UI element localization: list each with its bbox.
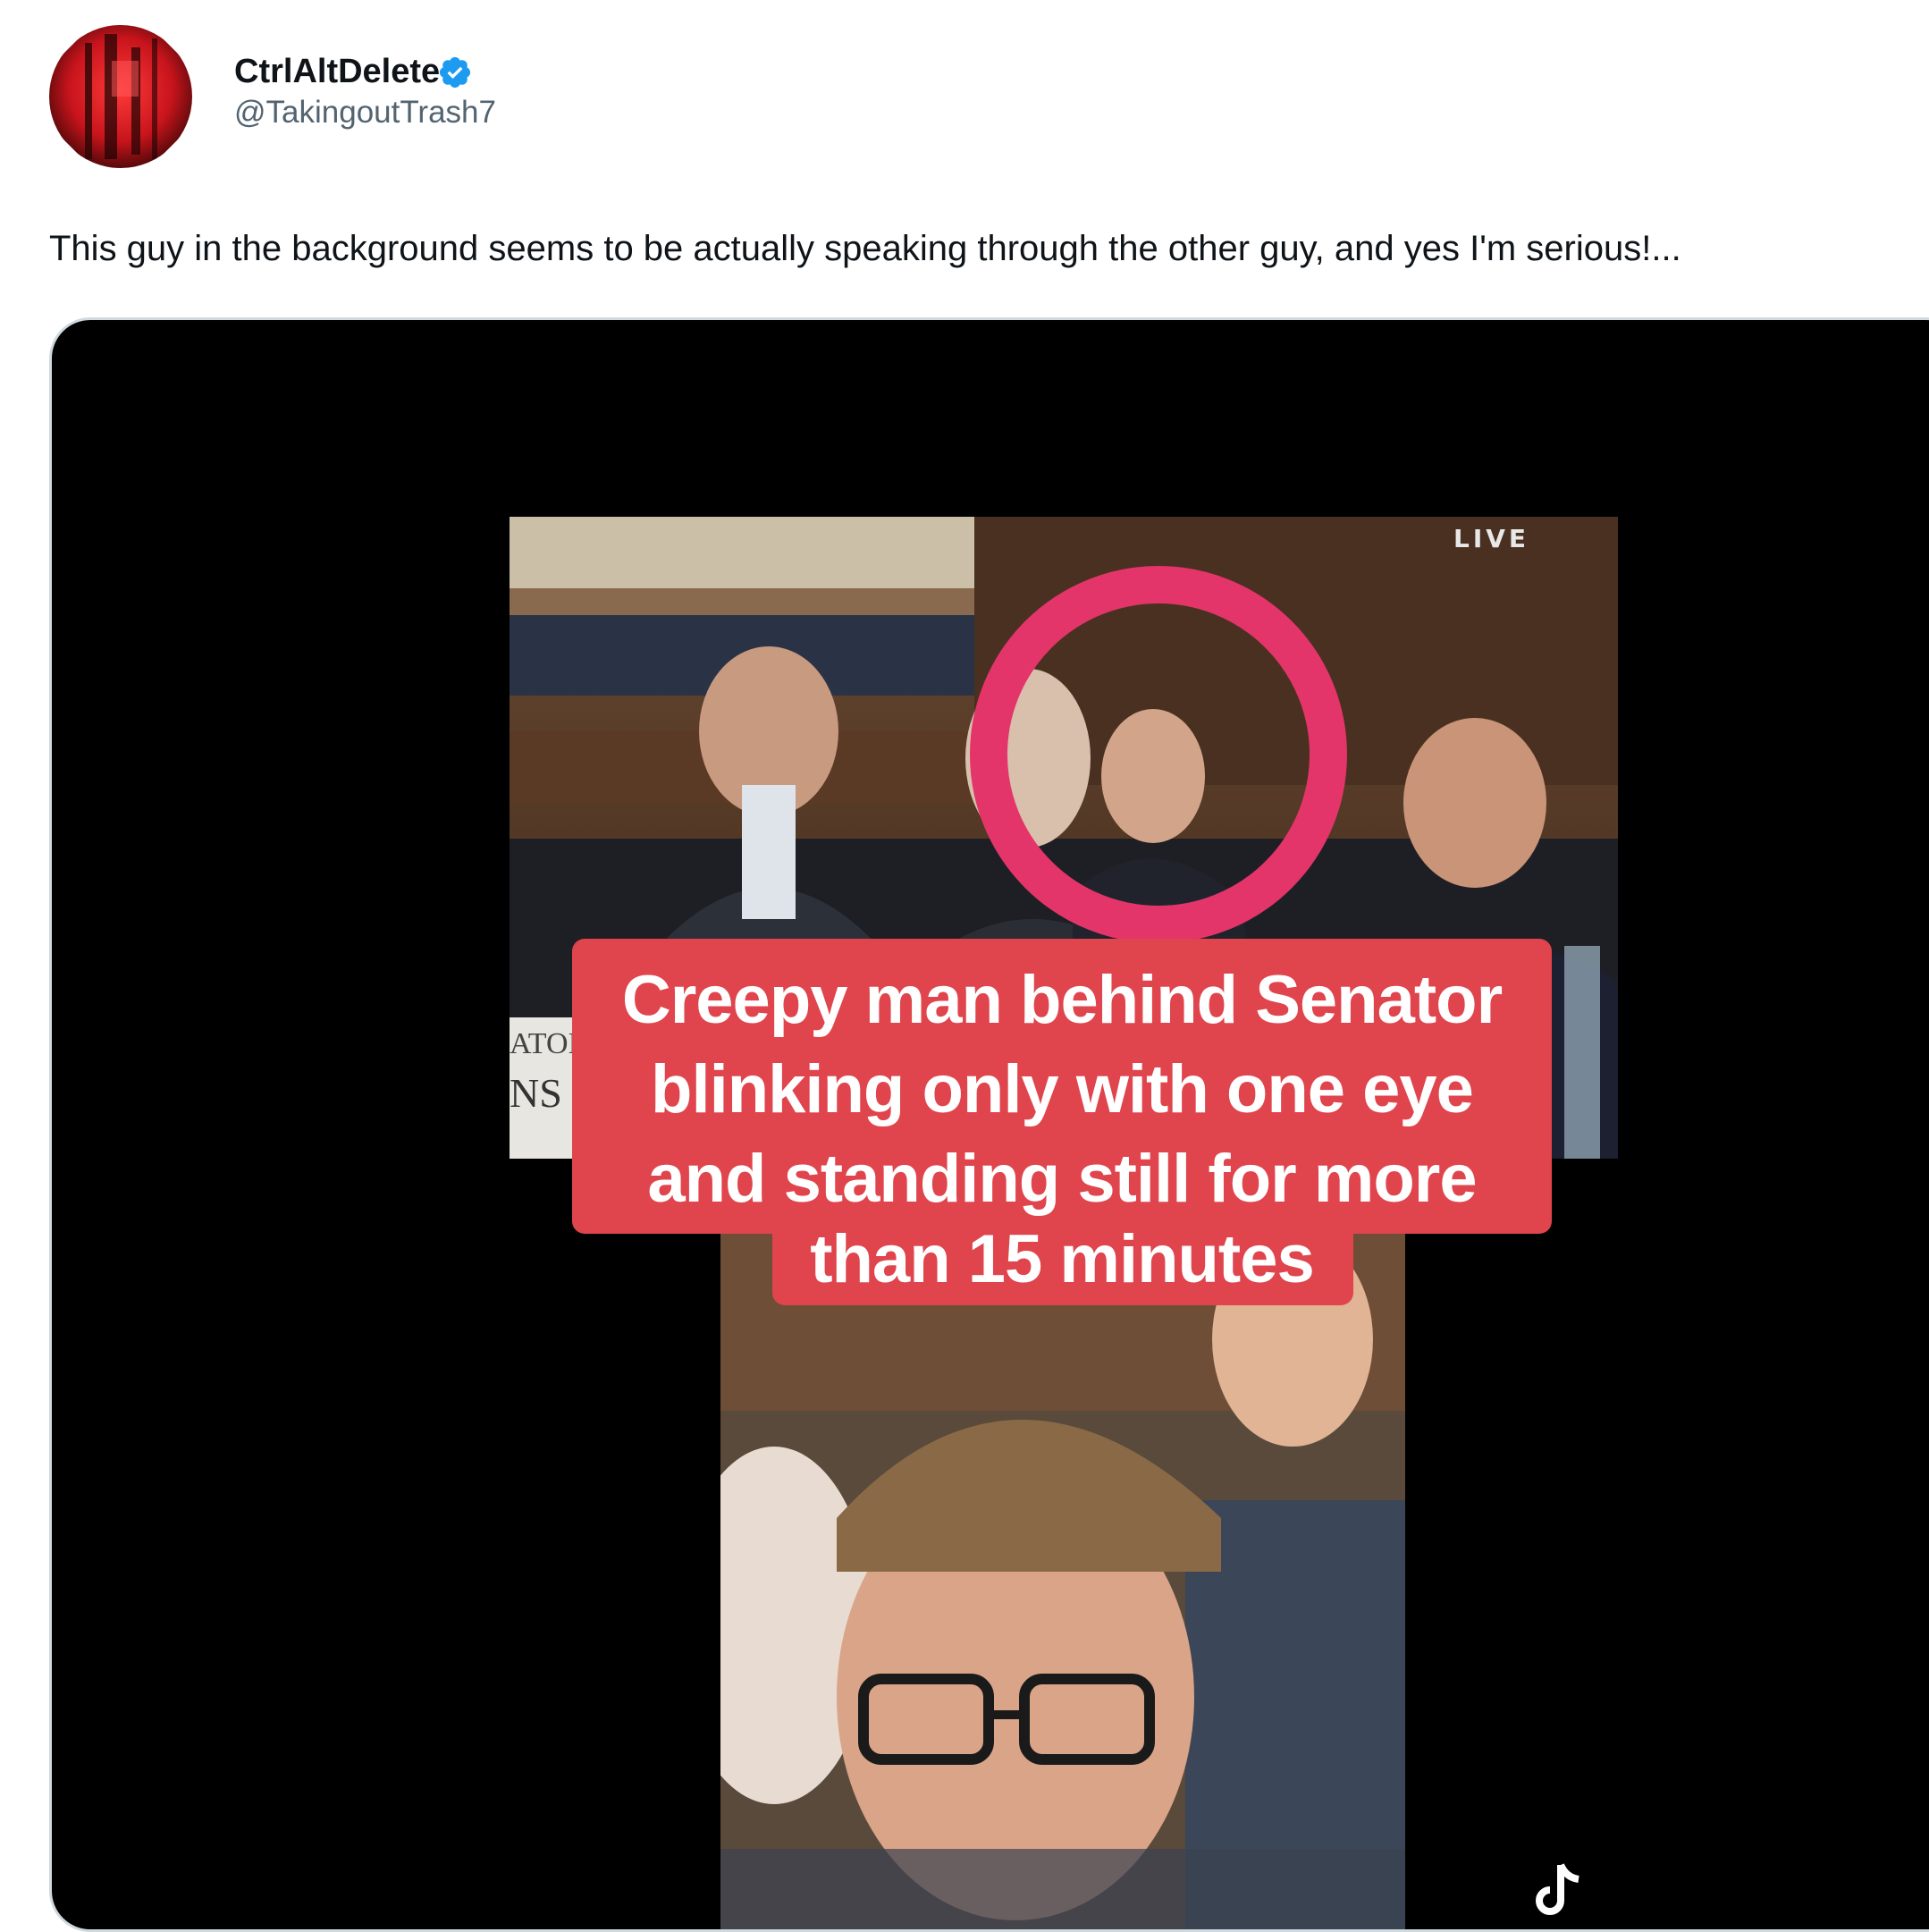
zoomed-video-frame xyxy=(720,1232,1405,1929)
svg-text:ATOI: ATOI xyxy=(510,1027,578,1060)
tiktok-icon xyxy=(1525,1856,1596,1919)
caption-line-2: blinking only with one eye xyxy=(651,1051,1474,1127)
verified-badge-icon xyxy=(437,55,473,90)
caption-line-4: than 15 minutes xyxy=(810,1221,1315,1297)
author-avatar[interactable] xyxy=(49,25,192,168)
caption-line-3: and standing still for more xyxy=(647,1141,1477,1217)
tweet-media-video[interactable]: ATOI NS LIVE Creepy man behind Senator b… xyxy=(49,317,1929,1932)
author-display-name[interactable]: CtrlAltDelete xyxy=(234,50,440,93)
live-label: LIVE xyxy=(1453,524,1530,553)
caption-line-1: Creepy man behind Senator xyxy=(621,962,1503,1038)
svg-text:NS: NS xyxy=(510,1070,562,1116)
tweet-text: This guy in the background seems to be a… xyxy=(49,229,1681,268)
author-handle[interactable]: @TakingoutTrash7 xyxy=(234,93,496,132)
